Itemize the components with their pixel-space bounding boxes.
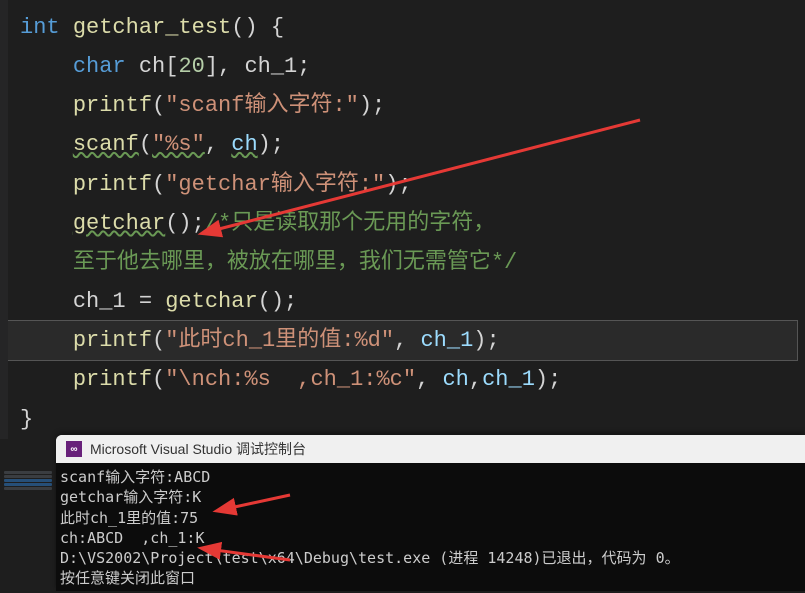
code-line-current: printf("此时ch_1里的值:%d", ch_1); xyxy=(8,321,797,360)
editor-gutter xyxy=(0,0,8,439)
console-titlebar[interactable]: ∞ Microsoft Visual Studio 调试控制台 xyxy=(56,435,805,463)
vs-icon: ∞ xyxy=(66,441,82,457)
code-line: int getchar_test() { xyxy=(8,8,805,47)
code-line: } xyxy=(8,400,805,439)
code-line: 至于他去哪里，被放在哪里，我们无需管它*/ xyxy=(8,243,805,282)
scanf-call: scanf xyxy=(73,132,139,157)
console-title-text: Microsoft Visual Studio 调试控制台 xyxy=(90,439,306,459)
punct: , xyxy=(394,328,420,353)
punct: (); xyxy=(258,289,298,314)
code-line: char ch[20], ch_1; xyxy=(8,47,805,86)
keyword-char: char xyxy=(73,54,126,79)
printf-call: printf xyxy=(73,367,152,392)
punct: , xyxy=(205,132,231,157)
assignment: ch_1 = xyxy=(73,289,165,314)
punct: ); xyxy=(535,367,561,392)
comment: /*只是读取那个无用的字符， xyxy=(205,211,495,236)
punct: () xyxy=(165,211,191,236)
printf-call: printf xyxy=(73,328,152,353)
variable: ch xyxy=(442,367,468,392)
getchar-call: getchar xyxy=(165,289,257,314)
variable: ch_1 xyxy=(420,328,473,353)
code-line: printf("getchar输入字符:"); xyxy=(8,165,805,204)
number: 20 xyxy=(178,54,204,79)
console-output[interactable]: scanf输入字符:ABCD getchar输入字符:K 此时ch_1里的值:7… xyxy=(56,463,805,591)
getchar-call: getchar xyxy=(73,211,165,236)
punct: ); xyxy=(385,172,411,197)
string-literal: "\nch:%s ,ch_1:%c" xyxy=(165,367,416,392)
printf-call: printf xyxy=(73,172,152,197)
variable: ch_1 xyxy=(482,367,535,392)
code-line: scanf("%s", ch); xyxy=(8,125,805,164)
console-line: 此时ch_1里的值:75 xyxy=(60,508,801,528)
punct: , xyxy=(416,367,442,392)
console-line: D:\VS2002\Project\test\x64\Debug\test.ex… xyxy=(60,548,801,568)
code-line: printf("scanf输入字符:"); xyxy=(8,86,805,125)
code-editor[interactable]: int getchar_test() { char ch[20], ch_1; … xyxy=(0,0,805,439)
console-line: getchar输入字符:K xyxy=(60,487,801,507)
punct: ( xyxy=(152,93,165,118)
console-line: 按任意键关闭此窗口 xyxy=(60,568,801,588)
punct: , xyxy=(469,367,482,392)
string-literal: "此时ch_1里的值:%d" xyxy=(165,328,394,353)
keyword-int: int xyxy=(20,15,60,40)
punct: ); xyxy=(473,328,499,353)
punct: ( xyxy=(152,328,165,353)
console-line: ch:ABCD ,ch_1:K xyxy=(60,528,801,548)
minimap-fragment xyxy=(0,470,56,580)
punct: ], ch_1; xyxy=(205,54,311,79)
punct: ( xyxy=(139,132,152,157)
comment: 至于他去哪里，被放在哪里，我们无需管它*/ xyxy=(73,250,517,275)
variable: ch xyxy=(231,132,257,157)
code-line: printf("\nch:%s ,ch_1:%c", ch,ch_1); xyxy=(8,360,805,399)
code-line: ch_1 = getchar(); xyxy=(8,282,805,321)
function-name: getchar_test xyxy=(73,15,231,40)
string-literal: "%s" xyxy=(152,132,205,157)
closing-brace: } xyxy=(20,407,33,432)
printf-call: printf xyxy=(73,93,152,118)
punct: ch[ xyxy=(126,54,179,79)
punct: ; xyxy=(192,211,205,236)
code-line: getchar();/*只是读取那个无用的字符， xyxy=(8,204,805,243)
string-literal: "getchar输入字符:" xyxy=(165,172,385,197)
string-literal: "scanf输入字符:" xyxy=(165,93,359,118)
punct: ); xyxy=(258,132,284,157)
punct: () { xyxy=(231,15,284,40)
punct: ( xyxy=(152,172,165,197)
debug-console-window[interactable]: ∞ Microsoft Visual Studio 调试控制台 scanf输入字… xyxy=(56,435,805,591)
console-line: scanf输入字符:ABCD xyxy=(60,467,801,487)
punct: ); xyxy=(359,93,385,118)
punct: ( xyxy=(152,367,165,392)
